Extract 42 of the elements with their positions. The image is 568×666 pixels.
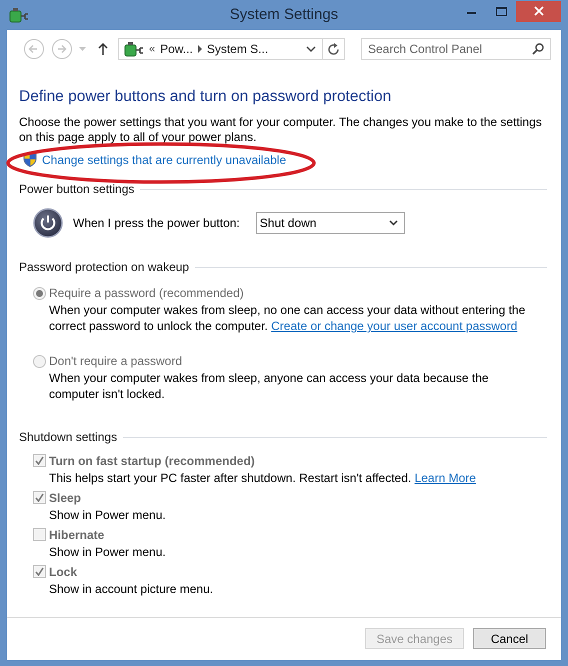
close-button[interactable]	[516, 0, 561, 22]
app-icon	[122, 39, 144, 59]
option-description: Show in Power menu.	[49, 507, 167, 524]
breadcrumb[interactable]: Pow...	[160, 42, 193, 56]
refresh-button[interactable]	[322, 38, 345, 60]
intro-text: Choose the power settings that you want for your computer. The changes you make to the settings on this page apply to all of your power plans.	[19, 115, 543, 145]
option-description: Show in Power menu.	[49, 544, 167, 561]
checkbox-label: Hibernate	[49, 528, 104, 542]
maximize-icon	[496, 6, 506, 16]
search-icon	[532, 43, 544, 55]
address-bar[interactable]: « Pow... System S...	[118, 38, 323, 60]
option-description: Show in account picture menu.	[49, 581, 214, 598]
breadcrumb[interactable]: System S...	[206, 42, 268, 56]
breadcrumb-arrow-icon[interactable]	[198, 45, 202, 53]
check-icon	[35, 456, 44, 465]
radio-label: Don't require a password	[49, 354, 182, 368]
dropdown[interactable]: Shut down	[256, 212, 405, 234]
checkbox-label: Lock	[49, 564, 78, 578]
checkbox-label: Turn on fast startup (recommended)	[49, 454, 255, 468]
radio-label: Require a password (recommended)	[49, 286, 244, 300]
search-field[interactable]: Search Control Panel	[361, 38, 551, 60]
chevron-down-icon[interactable]	[306, 46, 316, 52]
page-heading: Define power buttons and turn on password protection	[19, 88, 392, 106]
check-icon	[35, 567, 44, 576]
option-description: When your computer wakes from sleep, anyone can access your data because the computer isn't locked.	[49, 370, 490, 402]
section-header: Password protection on wakeup	[19, 260, 190, 274]
option-description: This helps start your PC faster after shutdown. Restart isn't affected. Learn More	[49, 470, 477, 487]
chevron-down-icon	[388, 220, 398, 226]
option-description: When your computer wakes from sleep, no one can access your data without entering the correct password to unlock the computer. Create or change your user account password	[49, 302, 526, 334]
up-arrow-icon[interactable]	[98, 42, 108, 56]
section-header: Shutdown settings	[19, 430, 118, 444]
window-title: System Settings	[230, 6, 338, 23]
overflow-chevron[interactable]: «	[149, 43, 156, 55]
close-icon	[534, 6, 544, 16]
power-icon	[33, 208, 63, 238]
app-icon	[7, 5, 29, 25]
cancel-button[interactable]: Cancel	[473, 628, 546, 649]
checkbox-label: Sleep	[49, 490, 82, 504]
refresh-icon	[326, 43, 340, 55]
field-label: When I press the power button:	[73, 216, 240, 230]
section-header: Power button settings	[19, 182, 134, 196]
check-icon	[35, 493, 44, 502]
